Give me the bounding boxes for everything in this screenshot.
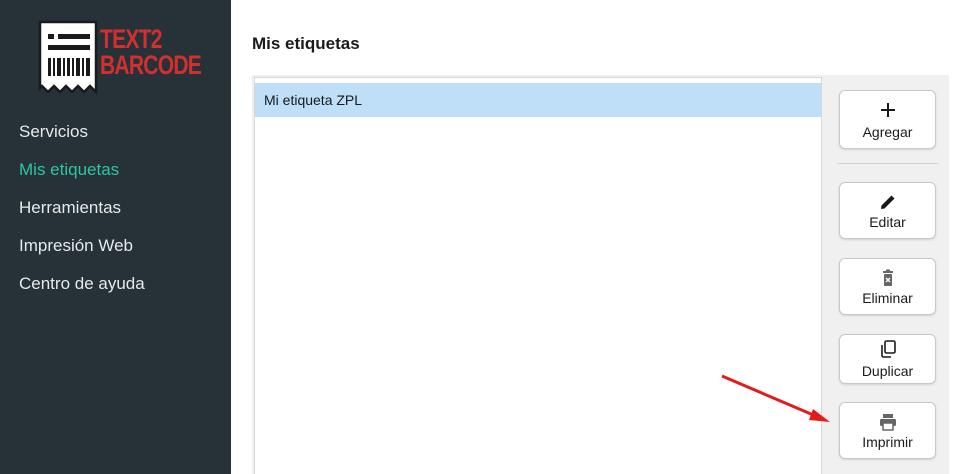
- copy-icon: [880, 340, 896, 358]
- sidebar-item-centro-de-ayuda[interactable]: Centro de ayuda: [19, 270, 145, 308]
- annotation-arrow: [721, 374, 830, 422]
- sidebar-item-impresion-web[interactable]: Impresión Web: [19, 232, 145, 270]
- printer-icon: [879, 414, 896, 431]
- logo-wordmark: TEXT2 BARCODE: [100, 24, 202, 80]
- page-title: Mis etiquetas: [252, 34, 360, 53]
- sidebar-nav: Servicios Mis etiquetas Herramientas Imp…: [19, 118, 145, 308]
- sidebar-item-mis-etiquetas[interactable]: Mis etiquetas: [19, 156, 145, 194]
- pencil-icon: [880, 195, 894, 209]
- sidebar: TEXT2 BARCODE Servicios Mis etiquetas He…: [0, 0, 231, 474]
- sidebar-item-servicios[interactable]: Servicios: [19, 118, 145, 156]
- list-item-selected[interactable]: Mi etiqueta ZPL: [255, 83, 821, 117]
- logo-line-1: TEXT2: [100, 24, 162, 54]
- toolbar-divider: [837, 163, 938, 164]
- plus-icon: [880, 103, 895, 117]
- delete-button[interactable]: Eliminar: [839, 258, 936, 315]
- receipt-barcode-icon: [38, 20, 98, 96]
- print-button[interactable]: Imprimir: [839, 402, 936, 459]
- duplicate-button[interactable]: Duplicar: [839, 334, 936, 384]
- labels-panel: Mi etiqueta ZPL Agregar Editar Eliminar …: [252, 75, 949, 474]
- sidebar-item-herramientas[interactable]: Herramientas: [19, 194, 145, 232]
- add-button-label: Agregar: [862, 124, 913, 140]
- duplicate-button-label: Duplicar: [861, 363, 914, 379]
- edit-button[interactable]: Editar: [839, 182, 936, 239]
- app-logo[interactable]: TEXT2 BARCODE: [38, 20, 202, 98]
- trash-icon: [882, 269, 893, 286]
- delete-button-label: Eliminar: [862, 290, 913, 306]
- print-button-label: Imprimir: [862, 434, 913, 450]
- logo-line-2: BARCODE: [100, 50, 202, 80]
- add-button[interactable]: Agregar: [839, 90, 936, 149]
- edit-button-label: Editar: [869, 214, 906, 230]
